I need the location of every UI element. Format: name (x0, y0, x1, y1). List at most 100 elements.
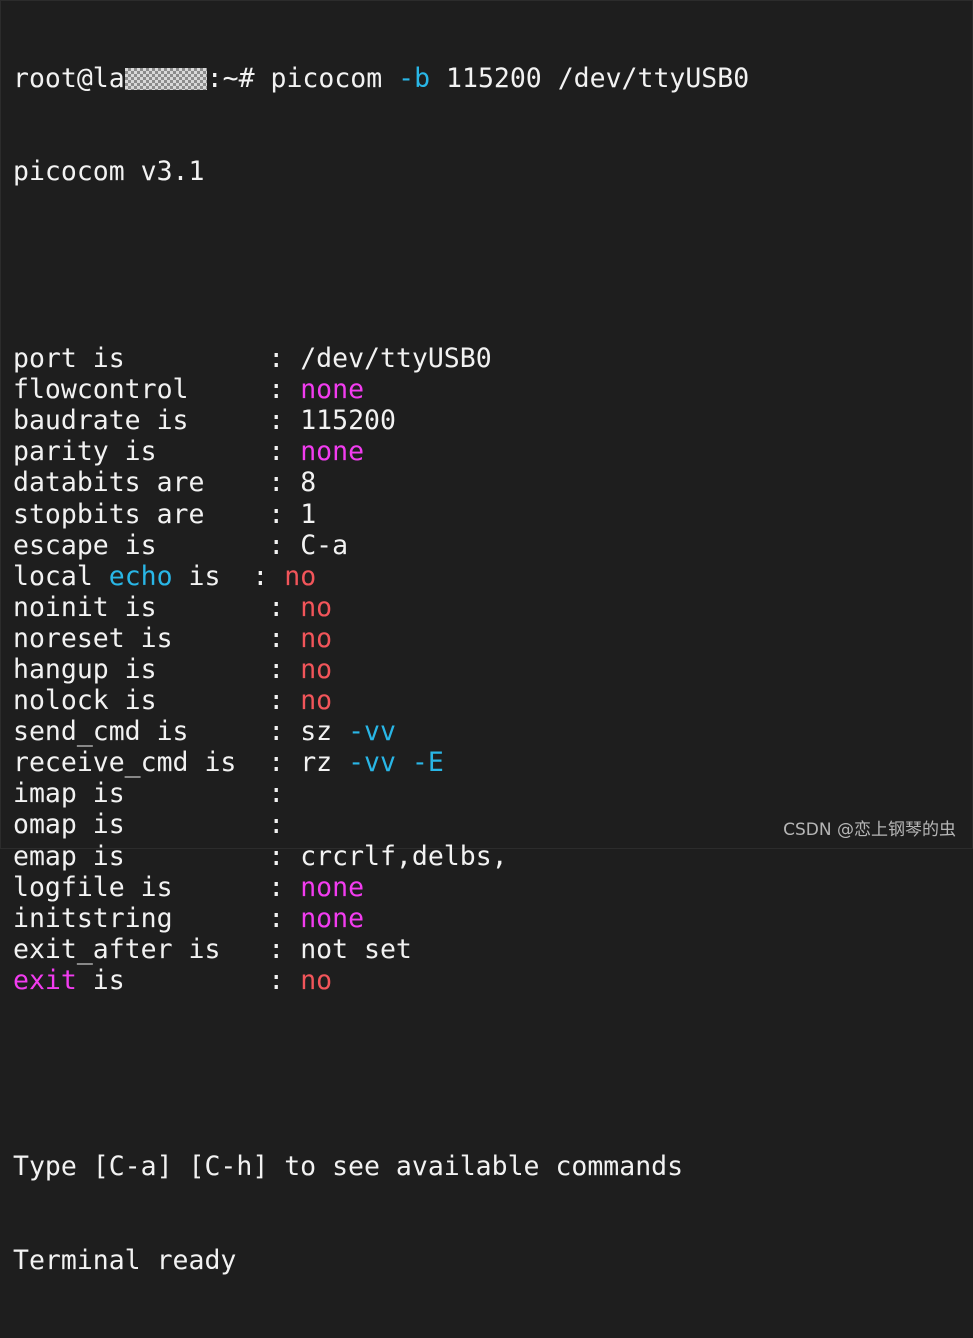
setting-separator: : (268, 716, 301, 748)
prompt-line: root@la:~# picocom -b 115200 /dev/ttyUSB… (13, 63, 749, 94)
setting-label: databits are (13, 467, 269, 499)
setting-row: port is : /dev/ttyUSB0 (13, 343, 749, 374)
setting-separator: : (268, 840, 301, 872)
setting-label: initstring (13, 902, 269, 934)
setting-label: exit_after is (13, 933, 269, 965)
setting-row: exit is : no (13, 965, 749, 996)
setting-label: escape is (13, 529, 269, 561)
setting-separator: : (268, 498, 301, 530)
setting-value: no (300, 622, 333, 654)
setting-label: receive_cmd is (13, 747, 269, 779)
setting-value: none (300, 902, 365, 934)
watermark: CSDN @恋上钢琴的虫 (783, 820, 956, 840)
setting-label: logfile is (13, 871, 269, 903)
setting-separator: : (268, 436, 301, 468)
setting-value: no (300, 653, 333, 685)
setting-separator: : (268, 809, 301, 841)
setting-row: send_cmd is : sz -vv (13, 716, 749, 747)
setting-row: omap is : (13, 809, 749, 840)
setting-value: none (300, 374, 365, 406)
setting-label: noreset is (13, 622, 269, 654)
setting-value: 8 (300, 467, 317, 499)
setting-separator: : (268, 685, 301, 717)
setting-row: databits are : 8 (13, 467, 749, 498)
setting-value: no (284, 560, 317, 592)
setting-row: imap is : (13, 778, 749, 809)
setting-label: hangup is (13, 653, 269, 685)
setting-separator: : (268, 622, 301, 654)
settings-list: port is : /dev/ttyUSB0 flowcontrol : none… (13, 343, 749, 996)
setting-label: emap is (13, 840, 269, 872)
setting-separator: : (268, 871, 301, 903)
setting-row: logfile is : none (13, 872, 749, 903)
setting-row: parity is : none (13, 436, 749, 467)
setting-label: is (172, 560, 253, 592)
setting-value: rz (300, 747, 349, 779)
setting-row: baudrate is : 115200 (13, 405, 749, 436)
setting-separator: : (268, 405, 301, 437)
setting-label: baudrate is (13, 405, 269, 437)
setting-value: /dev/ttyUSB0 (300, 343, 492, 375)
setting-row: local echo is : no (13, 561, 749, 592)
setting-separator: : (268, 653, 301, 685)
setting-row: flowcontrol : none (13, 374, 749, 405)
redacted-hostname (124, 68, 207, 91)
setting-label: flowcontrol (13, 374, 269, 406)
prompt-path: :~# (206, 63, 271, 95)
setting-row: noinit is : no (13, 592, 749, 623)
setting-value: no (300, 964, 333, 996)
setting-value: -vv (348, 747, 396, 779)
ready-line: Terminal ready (13, 1244, 237, 1276)
setting-separator: : (252, 560, 285, 592)
setting-row: stopbits are : 1 (13, 499, 749, 530)
prompt-user-host: root@la (13, 63, 125, 95)
setting-separator: : (268, 591, 301, 623)
help-line: Type [C-a] [C-h] to see available comman… (13, 1151, 684, 1183)
terminal-window[interactable]: root@la:~# picocom -b 115200 /dev/ttyUSB… (0, 0, 973, 1276)
setting-label: imap is (13, 778, 269, 810)
setting-label: parity is (13, 436, 269, 468)
setting-label: echo (108, 560, 173, 592)
setting-value: C-a (300, 529, 349, 561)
setting-label: send_cmd is (13, 716, 269, 748)
setting-separator: : (268, 747, 301, 779)
setting-separator: : (268, 374, 301, 406)
prompt-args: 115200 /dev/ttyUSB0 (430, 63, 750, 95)
setting-row: nolock is : no (13, 685, 749, 716)
prompt-command: picocom (270, 63, 399, 95)
version-line: picocom v3.1 (13, 156, 205, 188)
setting-value: crcrlf,delbs, (300, 840, 508, 872)
setting-label: stopbits are (13, 498, 269, 530)
setting-row: escape is : C-a (13, 530, 749, 561)
setting-value: not set (300, 933, 412, 965)
setting-separator: : (268, 778, 301, 810)
setting-value (396, 747, 412, 778)
setting-separator: : (268, 902, 301, 934)
setting-row: noreset is : no (13, 623, 749, 654)
setting-row: emap is : crcrlf,delbs, (13, 841, 749, 872)
setting-row: hangup is : no (13, 654, 749, 685)
setting-value: 115200 (300, 405, 396, 437)
setting-value: 1 (300, 498, 317, 530)
setting-value: none (300, 436, 365, 468)
setting-value: -E (411, 747, 444, 779)
terminal-output: root@la:~# picocom -b 115200 /dev/ttyUSB… (13, 1, 749, 1338)
setting-label: noinit is (13, 591, 269, 623)
setting-value: no (300, 591, 333, 623)
setting-row: initstring : none (13, 903, 749, 934)
setting-label: port is (13, 343, 269, 375)
setting-value: none (300, 871, 365, 903)
setting-label: exit (13, 964, 77, 996)
setting-value: no (300, 685, 333, 717)
setting-separator: : (268, 933, 301, 965)
setting-value: -vv (348, 716, 396, 748)
setting-separator: : (268, 529, 301, 561)
setting-row: receive_cmd is : rz -vv -E (13, 747, 749, 778)
setting-separator: : (268, 964, 301, 996)
setting-row: exit_after is : not set (13, 934, 749, 965)
setting-label: omap is (13, 809, 269, 841)
setting-label: is (76, 964, 269, 996)
setting-separator: : (268, 343, 301, 375)
